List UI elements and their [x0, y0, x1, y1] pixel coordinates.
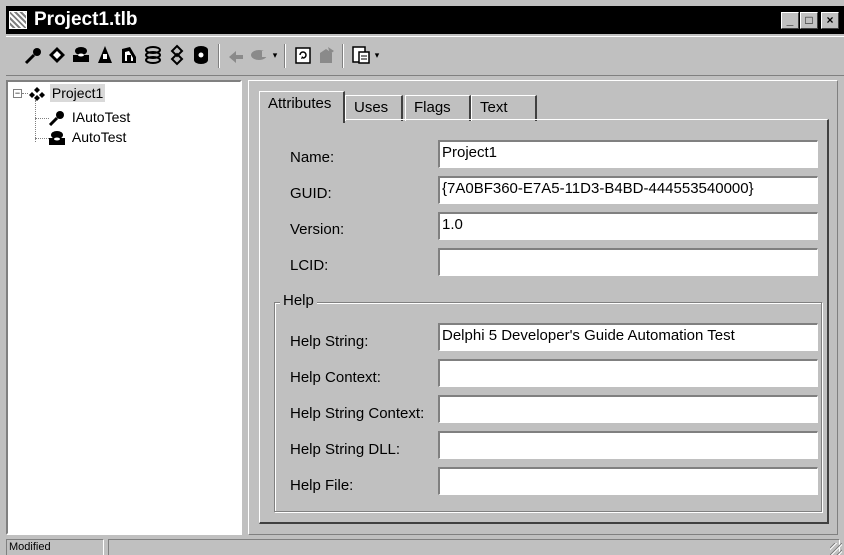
- type-library-app-icon[interactable]: [9, 11, 27, 29]
- tab-uses[interactable]: Uses: [345, 95, 403, 121]
- new-coclass-icon[interactable]: [70, 43, 92, 67]
- tree-node-project1[interactable]: Project1: [28, 84, 106, 102]
- lcid-label: LCID:: [290, 257, 329, 274]
- guid-label: GUID:: [290, 185, 332, 202]
- toolbar-separator: [284, 44, 286, 68]
- collapse-expander[interactable]: −: [13, 89, 22, 98]
- help-context-field[interactable]: [438, 359, 818, 387]
- guid-field[interactable]: {7A0BF360-E7A5-11D3-B4BD-444553540000}: [438, 176, 818, 204]
- help-string-field[interactable]: Delphi 5 Developer's Guide Automation Te…: [438, 323, 818, 351]
- export-dropdown-arrow[interactable]: ▾: [372, 43, 382, 67]
- tree-connector: [35, 118, 49, 119]
- help-group-title: Help: [280, 291, 317, 311]
- minimize-button[interactable]: _: [781, 12, 799, 29]
- new-dispinterface-icon[interactable]: [46, 43, 68, 67]
- attributes-pane: Attributes Uses Flags Text Name: Project…: [248, 80, 838, 535]
- help-string-context-field[interactable]: [438, 395, 818, 423]
- register-icon[interactable]: [316, 43, 338, 67]
- tree-node-iautotest[interactable]: IAutoTest: [48, 108, 132, 127]
- attributes-tab-body: Name: Project1 GUID: {7A0BF360-E7A5-11D3…: [259, 119, 829, 524]
- help-file-label: Help File:: [290, 477, 354, 494]
- new-module-icon[interactable]: [190, 43, 212, 67]
- version-label: Version:: [290, 221, 345, 238]
- help-string-dll-field[interactable]: [438, 431, 818, 459]
- tree-connector: [35, 138, 49, 139]
- tree-node-label: AutoTest: [71, 129, 127, 145]
- tab-attributes[interactable]: Attributes: [259, 91, 345, 123]
- toolbar: ▾ ▾: [6, 36, 844, 76]
- new-alias-icon[interactable]: [118, 43, 140, 67]
- tab-text[interactable]: Text: [471, 95, 537, 121]
- name-field[interactable]: Project1: [438, 140, 818, 168]
- new-enum-icon[interactable]: [94, 43, 116, 67]
- version-field[interactable]: 1.0: [438, 212, 818, 240]
- export-icon[interactable]: [350, 43, 372, 67]
- help-string-label: Help String:: [290, 333, 369, 350]
- toolbar-separator: [342, 44, 344, 68]
- coclass-icon: [49, 131, 65, 146]
- new-property-dropdown-arrow[interactable]: ▾: [270, 43, 280, 67]
- tree-node-label: Project1: [49, 84, 106, 102]
- lcid-field[interactable]: [438, 248, 818, 276]
- help-string-context-label: Help String Context:: [290, 405, 425, 422]
- type-library-icon: [29, 87, 45, 102]
- new-union-icon[interactable]: [166, 43, 188, 67]
- new-interface-icon[interactable]: [22, 43, 44, 67]
- type-library-editor-window: Project1.tlb _ □ × ▾ ▾ − Project1 IAutoT…: [0, 0, 844, 555]
- status-panel: [108, 539, 840, 555]
- new-property-icon[interactable]: [248, 43, 270, 67]
- close-button[interactable]: ×: [821, 12, 839, 29]
- toolbar-separator: [218, 44, 220, 68]
- help-file-field[interactable]: [438, 467, 818, 495]
- title-bar[interactable]: Project1.tlb _ □ ×: [6, 6, 844, 34]
- help-string-dll-label: Help String DLL:: [290, 441, 401, 458]
- tree-node-label: IAutoTest: [71, 109, 131, 125]
- tree-node-autotest[interactable]: AutoTest: [48, 128, 128, 146]
- new-record-icon[interactable]: [142, 43, 164, 67]
- help-context-label: Help Context:: [290, 369, 381, 386]
- object-tree[interactable]: − Project1 IAutoTest AutoTest: [6, 80, 242, 535]
- new-method-icon[interactable]: [226, 43, 248, 67]
- tree-connector: [35, 100, 36, 142]
- tab-flags[interactable]: Flags: [405, 95, 471, 121]
- name-label: Name:: [290, 149, 335, 166]
- maximize-button[interactable]: □: [800, 12, 818, 29]
- window-title: Project1.tlb: [34, 9, 138, 30]
- status-modified: Modified: [6, 539, 104, 555]
- resize-grip[interactable]: [830, 543, 842, 555]
- interface-icon: [48, 111, 64, 127]
- refresh-icon[interactable]: [292, 43, 314, 67]
- status-bar: Modified: [6, 537, 844, 555]
